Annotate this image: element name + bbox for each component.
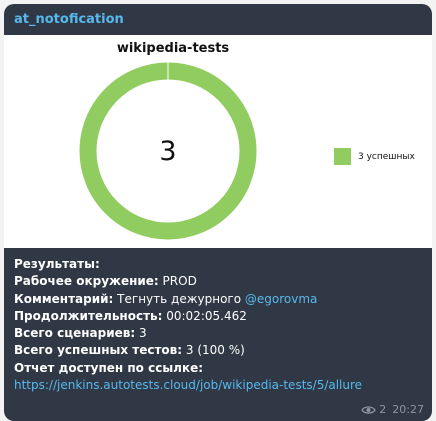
report-link[interactable]: https://jenkins.autotests.cloud/job/wiki… <box>14 377 424 394</box>
message-text: Результаты: Рабочее окружение: PROD Комм… <box>14 256 424 394</box>
message-meta: 2 20:27 <box>361 403 424 416</box>
passed-line: Всего успешных тестов: 3 (100 %) <box>14 342 424 359</box>
message-time: 20:27 <box>392 403 424 416</box>
scenarios-label: Всего сценариев: <box>14 326 136 341</box>
chart-image[interactable]: wikipedia-tests 3 3 успешных <box>4 35 432 248</box>
report-label: Отчет доступен по ссылке: <box>14 360 204 375</box>
comment-value: Тегнуть дежурного <box>113 291 245 306</box>
mention-link[interactable]: @egorovma <box>245 292 318 306</box>
message-bubble: at_notofication wikipedia-tests 3 3 успе… <box>4 4 432 421</box>
views-count: 2 <box>361 403 386 416</box>
comment-line: Комментарий: Тегнуть дежурного @egorovma <box>14 291 424 308</box>
scenarios-value: 3 <box>135 326 147 341</box>
legend-label: 3 успешных <box>358 151 415 162</box>
scenarios-line: Всего сценариев: 3 <box>14 325 424 342</box>
passed-value: 3 (100 %) <box>182 343 245 358</box>
duration-value: 00:02:05.462 <box>162 308 247 323</box>
sender-name[interactable]: at_notofication <box>14 12 124 28</box>
environment-line: Рабочее окружение: PROD <box>14 273 424 290</box>
donut-center-value: 3 <box>159 135 177 167</box>
duration-line: Продолжительность: 00:02:05.462 <box>14 308 424 325</box>
comment-label: Комментарий: <box>14 291 114 306</box>
views-value: 2 <box>379 403 387 416</box>
passed-label: Всего успешных тестов: <box>14 343 183 358</box>
legend-swatch <box>334 148 351 165</box>
chart-title: wikipedia-tests <box>116 41 230 56</box>
environment-value: PROD <box>158 274 197 289</box>
eye-icon <box>361 405 377 414</box>
environment-label: Рабочее окружение: <box>14 274 159 289</box>
chart-legend: 3 успешных <box>334 148 415 165</box>
results-heading: Результаты: <box>14 257 100 271</box>
duration-label: Продолжительность: <box>14 308 163 323</box>
